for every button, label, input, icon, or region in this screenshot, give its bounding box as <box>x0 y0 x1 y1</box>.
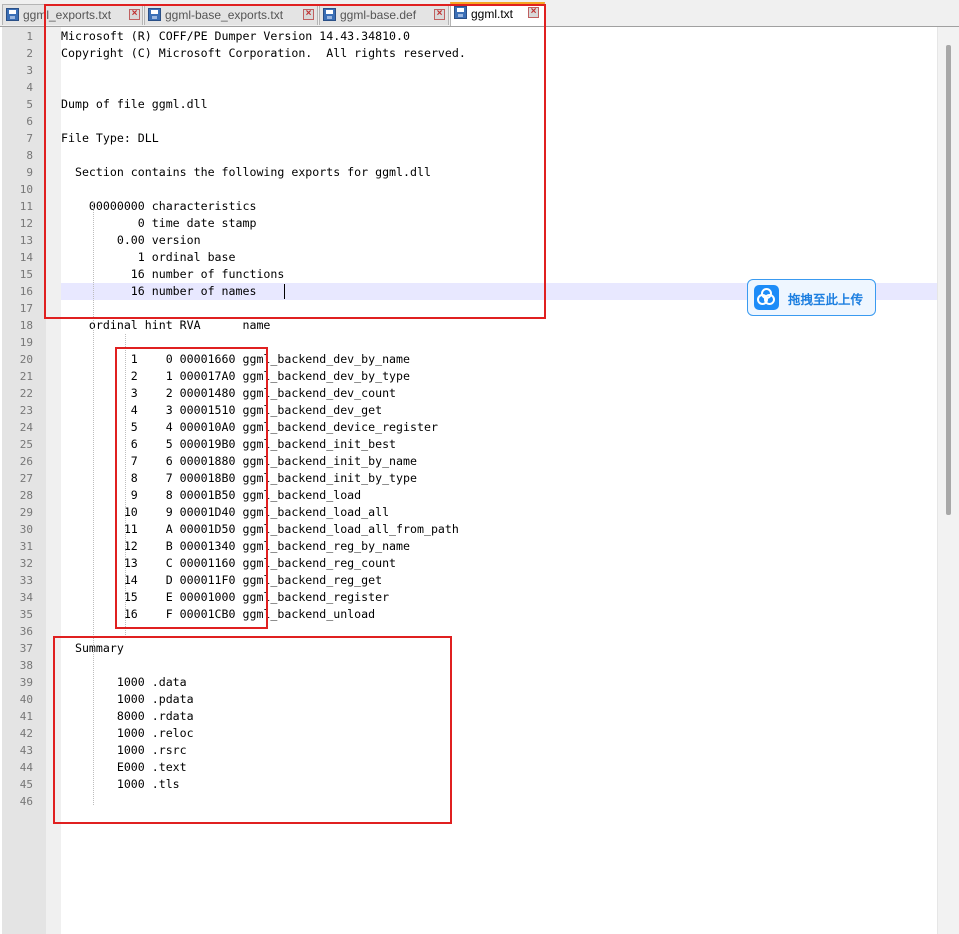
line-number: 38 <box>19 659 33 672</box>
save-icon <box>6 8 19 21</box>
annotation-box-header <box>44 4 546 319</box>
line-number: 9 <box>26 166 33 179</box>
line-number: 31 <box>19 540 33 553</box>
line-number: 14 <box>19 251 33 264</box>
line-number: 28 <box>19 489 33 502</box>
scrollbar-thumb[interactable] <box>946 45 951 515</box>
annotation-box-exports <box>115 347 268 629</box>
line-number: 34 <box>19 591 33 604</box>
line-number: 33 <box>19 574 33 587</box>
line-number: 43 <box>19 744 33 757</box>
line-number: 27 <box>19 472 33 485</box>
line-number: 7 <box>26 132 33 145</box>
line-number: 26 <box>19 455 33 468</box>
line-number: 36 <box>19 625 33 638</box>
line-number: 23 <box>19 404 33 417</box>
line-number: 10 <box>19 183 33 196</box>
line-number: 19 <box>19 336 33 349</box>
line-number: 11 <box>19 200 33 213</box>
line-number: 2 <box>26 47 33 60</box>
annotation-box-summary <box>53 636 452 824</box>
line-number: 29 <box>19 506 33 519</box>
line-number: 13 <box>19 234 33 247</box>
line-number: 44 <box>19 761 33 774</box>
line-number: 39 <box>19 676 33 689</box>
line-number: 42 <box>19 727 33 740</box>
line-number: 18 <box>19 319 33 332</box>
line-number: 25 <box>19 438 33 451</box>
line-number: 6 <box>26 115 33 128</box>
line-number: 46 <box>19 795 33 808</box>
line-number: 35 <box>19 608 33 621</box>
line-number: 20 <box>19 353 33 366</box>
upload-button[interactable]: 拖拽至此上传 <box>747 279 876 316</box>
line-number: 4 <box>26 81 33 94</box>
upload-button-label: 拖拽至此上传 <box>788 292 864 307</box>
cloud-upload-icon <box>754 285 779 310</box>
line-number: 12 <box>19 217 33 230</box>
line-number: 8 <box>26 149 33 162</box>
line-number: 15 <box>19 268 33 281</box>
line-number: 41 <box>19 710 33 723</box>
line-number: 21 <box>19 370 33 383</box>
line-number: 16 <box>19 285 33 298</box>
line-number: 32 <box>19 557 33 570</box>
line-number: 37 <box>19 642 33 655</box>
line-number: 17 <box>19 302 33 315</box>
line-number: 24 <box>19 421 33 434</box>
line-number: 5 <box>26 98 33 111</box>
line-number: 1 <box>26 30 33 43</box>
vertical-scrollbar[interactable] <box>937 27 959 934</box>
line-number: 40 <box>19 693 33 706</box>
line-number: 30 <box>19 523 33 536</box>
line-number: 3 <box>26 64 33 77</box>
line-number: 45 <box>19 778 33 791</box>
line-number: 22 <box>19 387 33 400</box>
